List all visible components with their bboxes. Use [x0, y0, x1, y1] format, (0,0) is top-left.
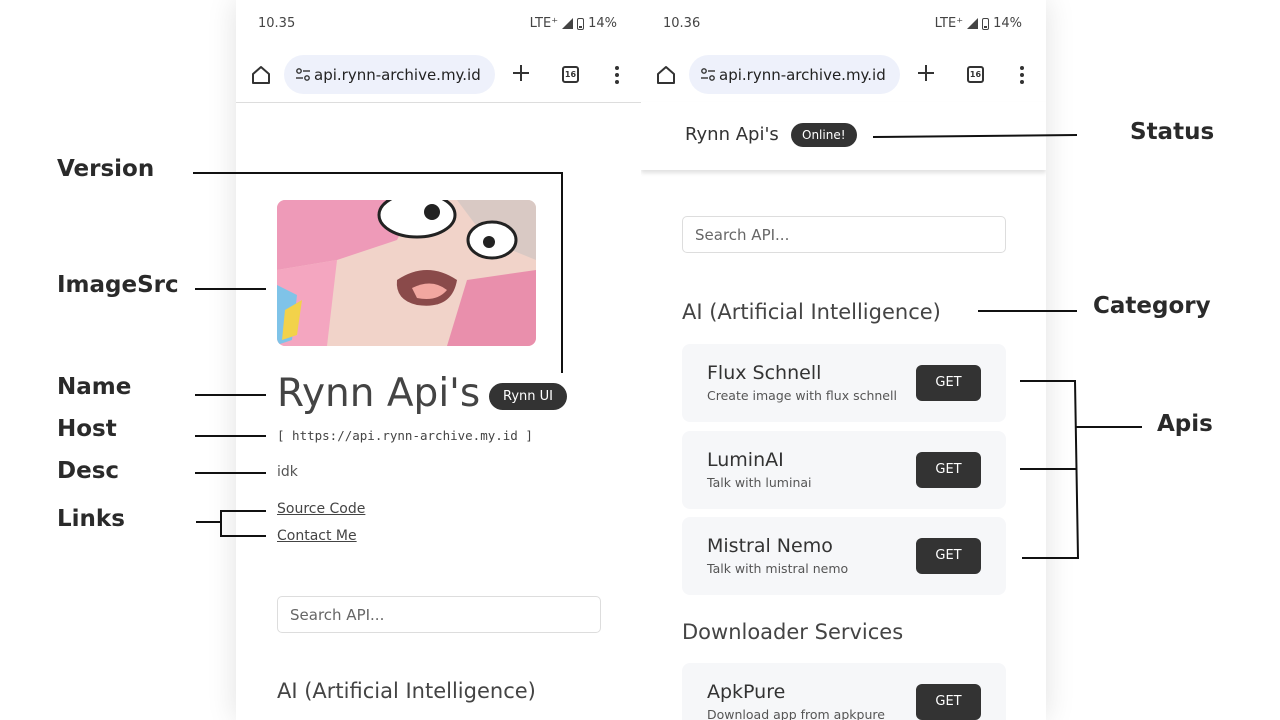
battery-level: 14%: [588, 16, 617, 31]
home-icon[interactable]: [250, 64, 272, 86]
status-bar: 10.35 LTE⁺ 14%: [236, 0, 641, 46]
site-header: Rynn Api's Online!: [641, 102, 1046, 170]
contact-me-link[interactable]: Contact Me: [277, 528, 357, 544]
site-title[interactable]: Rynn Api's: [685, 124, 779, 145]
api-card-desc: Download app from apkpure: [707, 707, 885, 720]
new-tab-icon[interactable]: [512, 64, 530, 82]
api-name-heading: Rynn Api's: [277, 371, 481, 416]
status-time: 10.35: [258, 16, 296, 31]
status-indicators: LTE⁺ 14%: [935, 16, 1022, 31]
site-settings-icon[interactable]: [295, 67, 311, 83]
category-heading: Downloader Services: [682, 620, 904, 644]
api-card-name: Mistral Nemo: [707, 535, 833, 557]
browser-toolbar: api.rynn-archive.my.id 16: [236, 50, 641, 100]
api-card-name: Flux Schnell: [707, 362, 822, 384]
api-description: idk: [277, 464, 298, 480]
api-card-desc: Create image with flux schnell: [707, 388, 897, 403]
annotation-host: Host: [57, 416, 117, 442]
get-button[interactable]: GET: [916, 365, 981, 401]
get-button[interactable]: GET: [916, 684, 981, 720]
tab-switcher-icon[interactable]: 16: [562, 66, 579, 83]
api-card-name: ApkPure: [707, 681, 786, 703]
source-code-link[interactable]: Source Code: [277, 501, 365, 517]
battery-level: 14%: [993, 16, 1022, 31]
host-url: [ https://api.rynn-archive.my.id ]: [277, 428, 533, 443]
get-button[interactable]: GET: [916, 452, 981, 488]
more-menu-icon[interactable]: [1020, 66, 1024, 84]
url-text: api.rynn-archive.my.id: [314, 66, 481, 84]
search-input[interactable]: Search API...: [277, 596, 601, 633]
annotation-version: Version: [57, 156, 155, 182]
annotation-image-src: ImageSrc: [57, 272, 179, 298]
hero-image: [277, 200, 536, 346]
battery-icon: [982, 17, 990, 30]
status-badge: Online!: [791, 123, 857, 147]
api-card-desc: Talk with mistral nemo: [707, 561, 849, 576]
network-label: LTE⁺: [934, 16, 964, 31]
status-indicators: LTE⁺ 14%: [530, 16, 617, 31]
api-card-desc: Talk with luminai: [707, 475, 812, 490]
status-bar: 10.36 LTE⁺ 14%: [641, 0, 1046, 46]
category-heading: AI (Artificial Intelligence): [277, 679, 536, 703]
url-bar[interactable]: api.rynn-archive.my.id: [284, 55, 495, 94]
annotation-category: Category: [1093, 293, 1211, 319]
search-input[interactable]: Search API...: [682, 216, 1006, 253]
signal-icon: [562, 18, 574, 29]
new-tab-icon[interactable]: [917, 64, 935, 82]
tab-switcher-icon[interactable]: 16: [967, 66, 984, 83]
api-card: ApkPure Download app from apkpure GET: [682, 663, 1006, 720]
category-heading: AI (Artificial Intelligence): [682, 300, 941, 324]
api-card: Mistral Nemo Talk with mistral nemo GET: [682, 517, 1006, 595]
battery-icon: [577, 17, 585, 30]
url-bar[interactable]: api.rynn-archive.my.id: [689, 55, 900, 94]
version-badge: Rynn UI: [489, 383, 567, 410]
home-icon[interactable]: [655, 64, 677, 86]
api-card-name: LuminAI: [707, 449, 784, 471]
annotation-desc: Desc: [57, 458, 120, 484]
annotation-apis: Apis: [1157, 411, 1213, 437]
site-settings-icon[interactable]: [700, 67, 716, 83]
api-card: Flux Schnell Create image with flux schn…: [682, 344, 1006, 422]
annotation-name: Name: [57, 374, 132, 400]
right-phone-screen: 10.36 LTE⁺ 14% api.rynn-archive.my.id 16: [641, 0, 1046, 720]
annotation-links: Links: [57, 506, 125, 532]
url-text: api.rynn-archive.my.id: [719, 66, 886, 84]
get-button[interactable]: GET: [916, 538, 981, 574]
signal-icon: [967, 18, 979, 29]
left-phone-screen: 10.35 LTE⁺ 14% api.rynn-archive.my.id 16: [236, 0, 641, 720]
status-time: 10.36: [663, 16, 701, 31]
browser-toolbar: api.rynn-archive.my.id 16: [641, 50, 1046, 100]
toolbar-divider: [236, 102, 641, 103]
annotation-status: Status: [1130, 119, 1215, 145]
more-menu-icon[interactable]: [615, 66, 619, 84]
api-card: LuminAI Talk with luminai GET: [682, 431, 1006, 509]
network-label: LTE⁺: [529, 16, 559, 31]
